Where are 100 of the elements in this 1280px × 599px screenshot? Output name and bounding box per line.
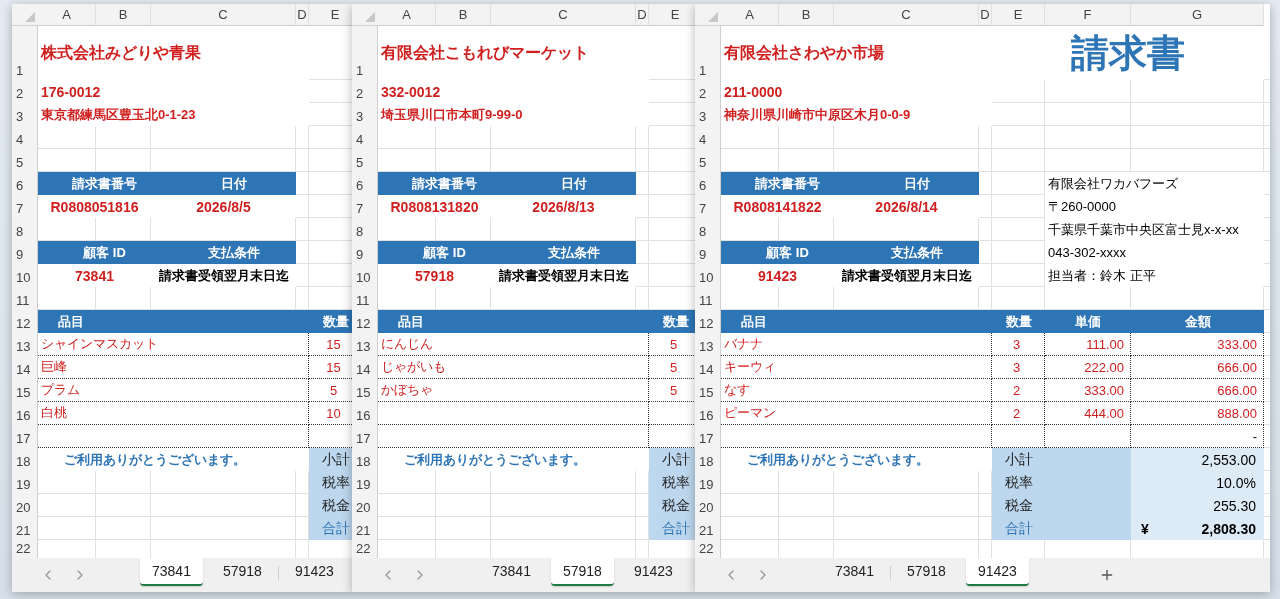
sheet-tab[interactable]: 91423	[282, 558, 346, 586]
row-number[interactable]: 9	[352, 241, 378, 264]
row-number[interactable]: 4	[352, 126, 378, 149]
column-letter[interactable]: A	[38, 4, 96, 26]
sheet-tab[interactable]: 73841	[480, 558, 543, 586]
row-number[interactable]: 11	[12, 287, 38, 310]
select-all-icon[interactable]	[25, 12, 35, 22]
row-number[interactable]: 4	[12, 126, 38, 149]
sheet-tab[interactable]: 57918	[550, 558, 614, 586]
column-letter[interactable]: C	[151, 4, 296, 26]
row-number[interactable]: 7	[352, 195, 378, 218]
row-number[interactable]: 10	[352, 264, 378, 287]
sheet-tab[interactable]: 57918	[894, 558, 958, 586]
column-letter[interactable]: B	[436, 4, 491, 26]
row-number[interactable]: 4	[695, 126, 721, 149]
row-number[interactable]: 16	[352, 402, 378, 425]
row-number[interactable]: 16	[695, 402, 721, 425]
row-number[interactable]: 13	[695, 333, 721, 356]
row-number[interactable]: 7	[12, 195, 38, 218]
row-number[interactable]: 17	[352, 425, 378, 448]
row-number[interactable]: 19	[695, 471, 721, 494]
row-number[interactable]: 14	[352, 356, 378, 379]
column-letter[interactable]: B	[779, 4, 834, 26]
column-letter[interactable]: A	[721, 4, 779, 26]
row-number[interactable]: 17	[695, 425, 721, 448]
column-letter[interactable]: E	[649, 4, 695, 26]
row-number[interactable]: 21	[352, 517, 378, 540]
row-number[interactable]: 6	[12, 172, 38, 195]
row-number[interactable]: 21	[695, 517, 721, 540]
row-number[interactable]: 22	[352, 540, 378, 558]
column-letter[interactable]: C	[491, 4, 636, 26]
sheet-tab[interactable]: 73841	[140, 558, 203, 586]
row-number[interactable]: 9	[695, 241, 721, 264]
row-number[interactable]: 15	[352, 379, 378, 402]
sender-info: 千葉県千葉市中央区富士見x-x-xx	[1045, 218, 1264, 241]
column-letter[interactable]: E	[309, 4, 352, 26]
row-number[interactable]: 11	[695, 287, 721, 310]
row-number[interactable]: 18	[352, 448, 378, 471]
row-number[interactable]: 15	[12, 379, 38, 402]
sheet-tab[interactable]: 73841	[823, 558, 886, 586]
row-number[interactable]: 3	[12, 103, 38, 126]
row-number[interactable]: 22	[12, 540, 38, 558]
row-number[interactable]: 8	[695, 218, 721, 241]
row-number[interactable]: 14	[695, 356, 721, 379]
row-number[interactable]: 10	[695, 264, 721, 287]
row-number[interactable]: 8	[352, 218, 378, 241]
column-letter[interactable]: E	[992, 4, 1045, 26]
select-all-icon[interactable]	[365, 12, 375, 22]
amount-cell: 666.00	[1131, 356, 1264, 379]
postal-code: 332-0012	[378, 80, 649, 103]
row-number[interactable]: 15	[695, 379, 721, 402]
column-letter[interactable]: C	[834, 4, 979, 26]
row-number[interactable]: 6	[695, 172, 721, 195]
row-number[interactable]: 11	[352, 287, 378, 310]
row-number[interactable]: 17	[12, 425, 38, 448]
column-letter[interactable]: D	[636, 4, 649, 26]
column-letter[interactable]: D	[296, 4, 309, 26]
row-number[interactable]: 21	[12, 517, 38, 540]
row-number[interactable]: 19	[352, 471, 378, 494]
select-all-icon[interactable]	[708, 12, 718, 22]
row-number[interactable]: 10	[12, 264, 38, 287]
column-letter[interactable]: D	[979, 4, 992, 26]
row-number[interactable]: 14	[12, 356, 38, 379]
row-number[interactable]: 20	[12, 494, 38, 517]
row-number[interactable]: 5	[352, 149, 378, 172]
row-number[interactable]: 2	[695, 80, 721, 103]
row-number[interactable]: 13	[352, 333, 378, 356]
customer-id: 73841	[38, 264, 151, 287]
row-number[interactable]: 20	[352, 494, 378, 517]
row-number[interactable]: 8	[12, 218, 38, 241]
row-number[interactable]: 9	[12, 241, 38, 264]
row-number[interactable]: 22	[695, 540, 721, 558]
sheet-tab[interactable]: 91423	[621, 558, 685, 586]
row-number[interactable]: 13	[12, 333, 38, 356]
row-number[interactable]: 2	[12, 80, 38, 103]
row-number[interactable]: 1	[12, 26, 38, 80]
row-number[interactable]: 6	[352, 172, 378, 195]
row-number[interactable]: 3	[352, 103, 378, 126]
column-header: 品目	[38, 310, 309, 333]
row-number[interactable]: 2	[352, 80, 378, 103]
row-number[interactable]: 5	[12, 149, 38, 172]
row-number[interactable]: 12	[12, 310, 38, 333]
row-number[interactable]: 3	[695, 103, 721, 126]
row-number[interactable]: 20	[695, 494, 721, 517]
row-number[interactable]: 12	[352, 310, 378, 333]
column-letter[interactable]: F	[1045, 4, 1131, 26]
column-letter[interactable]: G	[1131, 4, 1264, 26]
row-number[interactable]: 16	[12, 402, 38, 425]
column-letter[interactable]: B	[96, 4, 151, 26]
column-letter[interactable]: A	[378, 4, 436, 26]
row-number[interactable]: 1	[352, 26, 378, 80]
row-number[interactable]: 1	[695, 26, 721, 80]
sheet-tab[interactable]: 91423	[965, 558, 1029, 586]
row-number[interactable]: 18	[695, 448, 721, 471]
row-number[interactable]: 12	[695, 310, 721, 333]
sheet-tab[interactable]: 57918	[210, 558, 274, 586]
row-number[interactable]: 5	[695, 149, 721, 172]
row-number[interactable]: 7	[695, 195, 721, 218]
row-number[interactable]: 19	[12, 471, 38, 494]
row-number[interactable]: 18	[12, 448, 38, 471]
